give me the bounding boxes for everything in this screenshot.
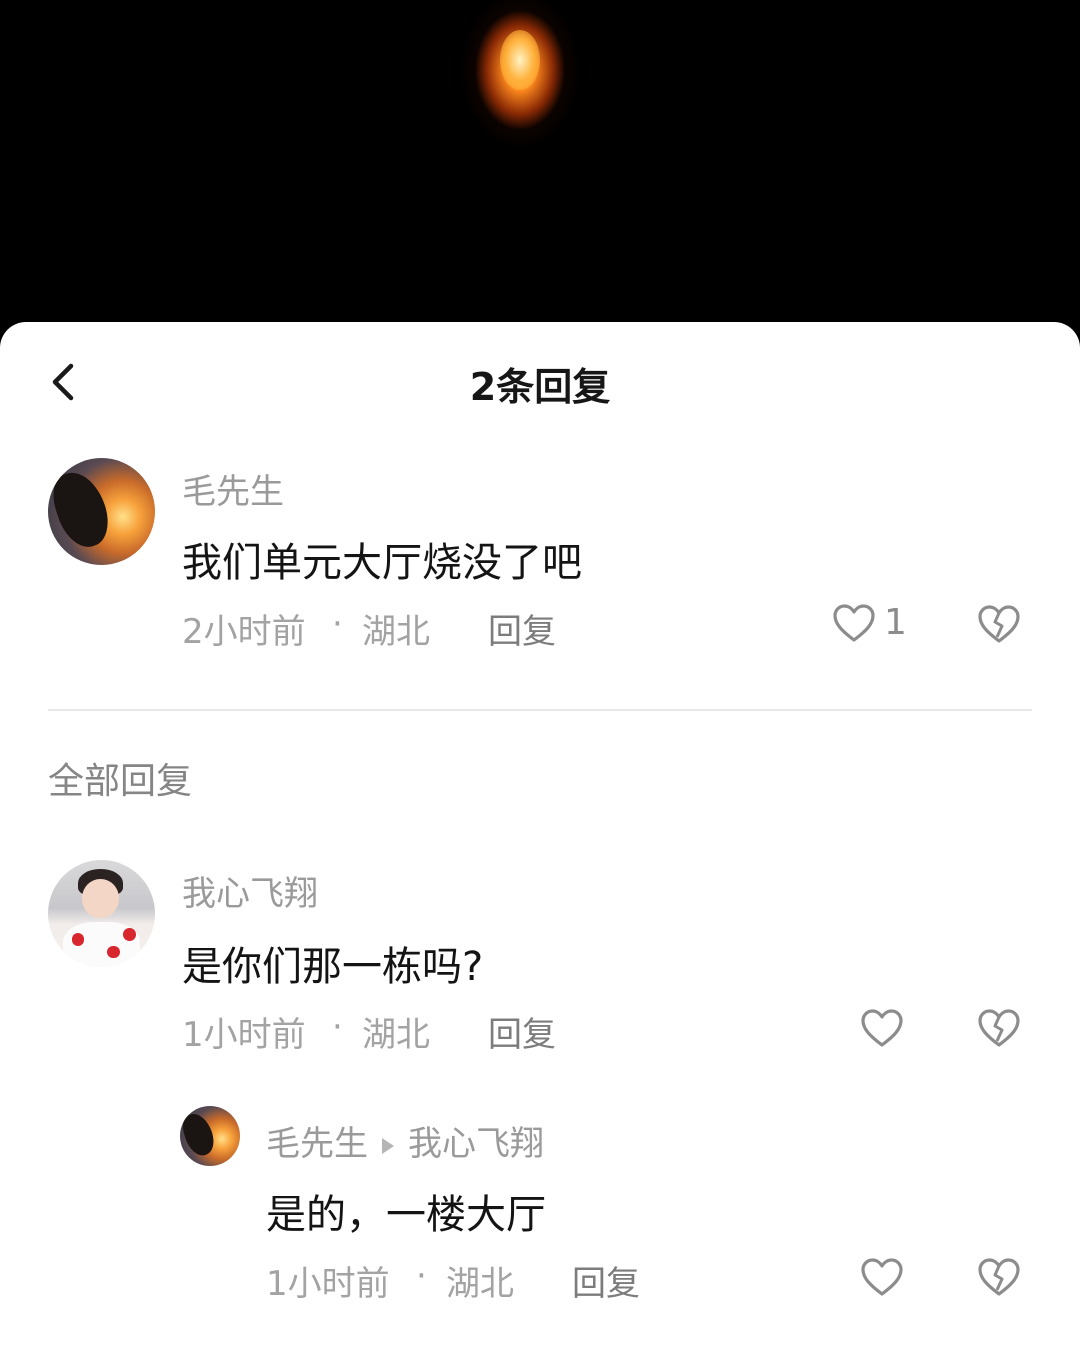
broken-heart-icon	[978, 1258, 1020, 1296]
play-arrow-icon	[382, 1137, 394, 1154]
reply-author[interactable]: 毛先生	[266, 1124, 368, 1164]
dislike-button[interactable]	[977, 604, 1021, 644]
like-button[interactable]: 1	[832, 602, 907, 643]
reply-location: 湖北	[362, 1015, 430, 1055]
section-label-all-replies: 全部回复	[48, 761, 193, 802]
page-title: 2条回复	[469, 365, 611, 409]
reply-button[interactable]: 回复	[488, 604, 556, 653]
like-button[interactable]	[860, 1257, 904, 1297]
video-background	[0, 0, 1080, 340]
meta-separator: ·	[332, 1007, 343, 1047]
heart-icon	[861, 1258, 903, 1296]
meta-separator: ·	[416, 1256, 427, 1296]
comment-author[interactable]: 毛先生	[182, 464, 284, 513]
like-button[interactable]	[860, 1008, 904, 1048]
replies-sheet: 2条回复 毛先生 我们单元大厅烧没了吧 2小时前 · 湖北 回复 1 全部回复 …	[0, 322, 1080, 1363]
nested-reply-header: 毛先生 我心飞翔	[266, 1116, 544, 1165]
reply-text: 是你们那一栋吗?	[182, 944, 484, 990]
reply-button[interactable]: 回复	[572, 1256, 640, 1305]
dislike-button[interactable]	[977, 1257, 1021, 1297]
fire-glow	[440, 0, 660, 230]
heart-icon	[833, 603, 875, 642]
avatar[interactable]	[180, 1106, 240, 1166]
avatar[interactable]	[48, 860, 155, 967]
reply-text: 是的，一楼大厅	[266, 1192, 546, 1238]
meta-separator: ·	[332, 604, 343, 644]
fire-core	[500, 30, 540, 90]
avatar[interactable]	[48, 458, 155, 565]
reply-time: 1小时前	[266, 1264, 390, 1304]
like-count: 1	[884, 602, 907, 643]
reply-button[interactable]: 回复	[488, 1007, 556, 1056]
reply-to-author[interactable]: 我心飞翔	[408, 1124, 544, 1164]
reply-author[interactable]: 我心飞翔	[182, 866, 318, 915]
broken-heart-icon	[978, 1009, 1020, 1047]
heart-icon	[861, 1009, 903, 1047]
broken-heart-icon	[978, 605, 1020, 643]
comment-time: 2小时前	[182, 612, 306, 652]
dislike-button[interactable]	[977, 1008, 1021, 1048]
divider	[48, 709, 1032, 711]
comment-text: 我们单元大厅烧没了吧	[182, 540, 582, 586]
sheet-header: 2条回复	[0, 322, 1080, 442]
reply-time: 1小时前	[182, 1015, 306, 1055]
comment-location: 湖北	[362, 612, 430, 652]
reply-location: 湖北	[446, 1264, 514, 1304]
